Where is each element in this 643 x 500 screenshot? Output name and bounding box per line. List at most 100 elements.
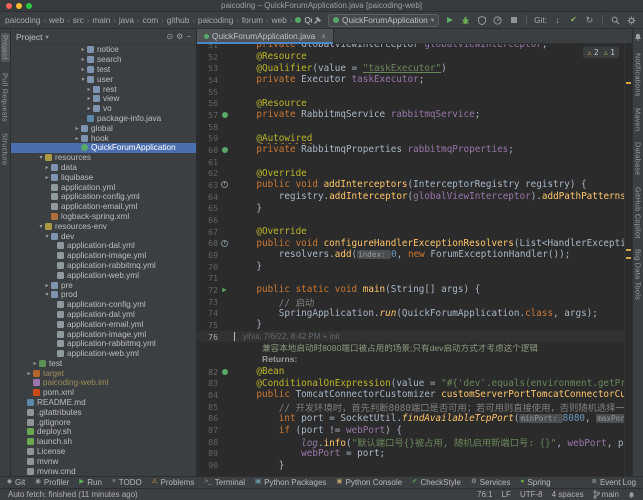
editor-scrollbar[interactable] (624, 44, 632, 476)
code-line-83[interactable]: 83 @ConditionalOnExpression(value = "#{'… (197, 377, 624, 389)
code-line-55[interactable]: 55 (197, 86, 624, 98)
breadcrumb-paicoding[interactable]: paicoding (198, 15, 234, 25)
minimize-window-button[interactable] (16, 3, 22, 9)
tree-item-application-yml[interactable]: application.yml (11, 182, 196, 192)
tool-window-button-notifications[interactable]: Notifications (634, 53, 643, 97)
tree-item-paicoding-web-iml[interactable]: paicoding-web.iml (11, 378, 196, 388)
tool-window-button-database[interactable]: Database (634, 142, 643, 176)
breadcrumb-java[interactable]: java (119, 15, 134, 25)
collapse-arrow-icon[interactable]: ▾ (37, 154, 45, 161)
tool-window-button-spring[interactable]: ●Spring (520, 478, 550, 487)
tree-item-test[interactable]: ▸test (11, 65, 196, 75)
tree-item-application-config-yml[interactable]: application-config.yml (11, 192, 196, 202)
tree-item-application-rabbitmq-yml[interactable]: application-rabbitmq.yml (11, 339, 196, 349)
expand-arrow-icon[interactable]: ▸ (85, 95, 93, 102)
code-line-69[interactable]: 69 resolvers.add(index: 0, new ForumExce… (197, 249, 624, 261)
tree-item-launch-sh[interactable]: launch.sh (11, 437, 196, 447)
tool-window-button-problems[interactable]: ⚠Problems (152, 478, 195, 487)
breadcrumb-paicoding[interactable]: paicoding (5, 15, 41, 25)
tool-window-button-python-packages[interactable]: ▣Python Packages (255, 478, 326, 487)
code-line-76[interactable]: 76yihui, 7/6/22, 8:42 PM + init (197, 331, 624, 343)
code-line-56[interactable]: 56 @Resource (197, 97, 624, 109)
tree-item-logback-spring-xml[interactable]: logback-spring.xml (11, 212, 196, 222)
code-line-52[interactable]: 52 @Resource (197, 51, 624, 63)
tree-item-vo[interactable]: ▸vo (11, 104, 196, 114)
code-line-86[interactable]: 86 int port = SocketUtil.findAvailableTc… (197, 413, 624, 425)
hide-panel-icon[interactable]: − (186, 33, 191, 41)
code-line-53[interactable]: 53 @Qualifier(value = "taskExecutor") (197, 62, 624, 74)
settings-gear-icon[interactable] (626, 15, 637, 26)
expand-arrow-icon[interactable]: ▸ (79, 56, 87, 63)
tree-item-application-web-yml[interactable]: application-web.yml (11, 270, 196, 280)
run-gutter-icon[interactable]: ▶ (222, 286, 227, 294)
tool-window-button-run[interactable]: ▶Run (79, 478, 102, 487)
code-line-58[interactable]: 58 (197, 121, 624, 133)
rendered-doc-line[interactable]: Returns: (197, 354, 624, 366)
tool-window-button-maven[interactable]: Maven (634, 108, 643, 131)
code-line-63[interactable]: 63↑ public void addInterceptors(Intercep… (197, 179, 624, 191)
tree-item-rest[interactable]: ▸rest (11, 84, 196, 94)
code-line-68[interactable]: 68↑ public void configureHandlerExceptio… (197, 237, 624, 249)
warning-stripe-mark[interactable] (626, 257, 631, 259)
expand-arrow-icon[interactable]: ▸ (79, 46, 87, 53)
breadcrumb-web[interactable]: web (272, 15, 287, 25)
code-line-82[interactable]: 82 @Bean (197, 366, 624, 378)
tree-item-test[interactable]: ▸test (11, 359, 196, 369)
override-gutter-icon[interactable]: ↑ (221, 181, 228, 188)
line-ending-indicator[interactable]: LF (502, 490, 511, 499)
code-line-66[interactable]: 66 (197, 214, 624, 226)
tree-item-license[interactable]: License (11, 447, 196, 457)
run-configuration-select[interactable]: QuickForumApplication ▾ (328, 14, 439, 27)
tree-item-application-image-yml[interactable]: application-image.yml (11, 251, 196, 261)
project-panel-title[interactable]: Project (16, 32, 42, 42)
breadcrumb-web[interactable]: web (49, 15, 64, 25)
code-editor[interactable]: ⚠2⚠1 51 private GlobalViewInterceptor gl… (197, 44, 632, 476)
warning-inspection-chip[interactable]: ⚠2 (587, 48, 598, 57)
tool-window-button-pull-requests[interactable]: Pull Requests (1, 73, 10, 122)
indent-indicator[interactable]: 4 spaces (552, 490, 584, 499)
close-tab-icon[interactable]: × (321, 32, 326, 41)
tree-item-resources-env[interactable]: ▾resources-env (11, 221, 196, 231)
tree-item-gitattributes[interactable]: .gitattributes (11, 407, 196, 417)
history-button[interactable]: ↻ (584, 15, 595, 26)
code-line-54[interactable]: 54 private Executor taskExecutor; (197, 74, 624, 86)
breadcrumb-main[interactable]: main (92, 15, 110, 25)
expand-arrow-icon[interactable]: ▸ (31, 360, 39, 367)
panel-settings-gear-icon[interactable]: ⚙ (176, 33, 183, 41)
expand-arrow-icon[interactable]: ▸ (43, 174, 51, 181)
notifications-bell-icon[interactable] (634, 33, 642, 41)
override-gutter-icon[interactable]: ↑ (221, 240, 228, 247)
code-line-57[interactable]: 57 private RabbitmqService rabbitmqServi… (197, 109, 624, 121)
tree-item-resources[interactable]: ▾resources (11, 153, 196, 163)
tree-item-application-dal-yml[interactable]: application-dal.yml (11, 241, 196, 251)
tool-window-button-checkstyle[interactable]: ✔CheckStyle (412, 478, 461, 487)
code-line-62[interactable]: 62 @Override (197, 167, 624, 179)
tree-item-pre[interactable]: ▸pre (11, 280, 196, 290)
editor-tab[interactable]: QuickForumApplication.java × (197, 29, 334, 43)
tree-item-data[interactable]: ▸data (11, 163, 196, 173)
code-line-90[interactable]: 90 } (197, 459, 624, 471)
tree-item-application-web-yml[interactable]: application-web.yml (11, 349, 196, 359)
update-project-button[interactable]: ↓ (552, 15, 563, 26)
tree-item-global[interactable]: ▸global (11, 123, 196, 133)
zoom-window-button[interactable] (26, 3, 32, 9)
tree-item-gitignore[interactable]: .gitignore (11, 417, 196, 427)
code-line-89[interactable]: 89 webPort = port; (197, 448, 624, 460)
code-line-67[interactable]: 67 @Override (197, 226, 624, 238)
expand-arrow-icon[interactable]: ▸ (85, 105, 93, 112)
code-line-85[interactable]: 85 // 开发环境时，首先判断8080端口是否可用；若可用则直接使用，否则随机… (197, 401, 624, 413)
breadcrumb-forum[interactable]: forum (242, 15, 263, 25)
tree-item-prod[interactable]: ▾prod (11, 290, 196, 300)
code-line-71[interactable]: 71 (197, 272, 624, 284)
tree-item-application-dal-yml[interactable]: application-dal.yml (11, 310, 196, 320)
tree-item-deploy-sh[interactable]: deploy.sh (11, 427, 196, 437)
collapse-arrow-icon[interactable]: ▾ (37, 223, 45, 230)
vcs-inline-blame[interactable]: yihui, 7/6/22, 8:42 PM + init (243, 332, 340, 341)
tree-item-pom-xml[interactable]: pom.xml (11, 388, 196, 398)
tool-window-button-git[interactable]: ◆Git (7, 478, 25, 487)
expand-arrow-icon[interactable]: ▸ (43, 282, 51, 289)
close-window-button[interactable] (6, 3, 12, 9)
tree-item-mvnw-cmd[interactable]: mvnw.cmd (11, 466, 196, 476)
code-line-65[interactable]: 65 } (197, 202, 624, 214)
tree-item-liquibase[interactable]: ▸liquibase (11, 172, 196, 182)
